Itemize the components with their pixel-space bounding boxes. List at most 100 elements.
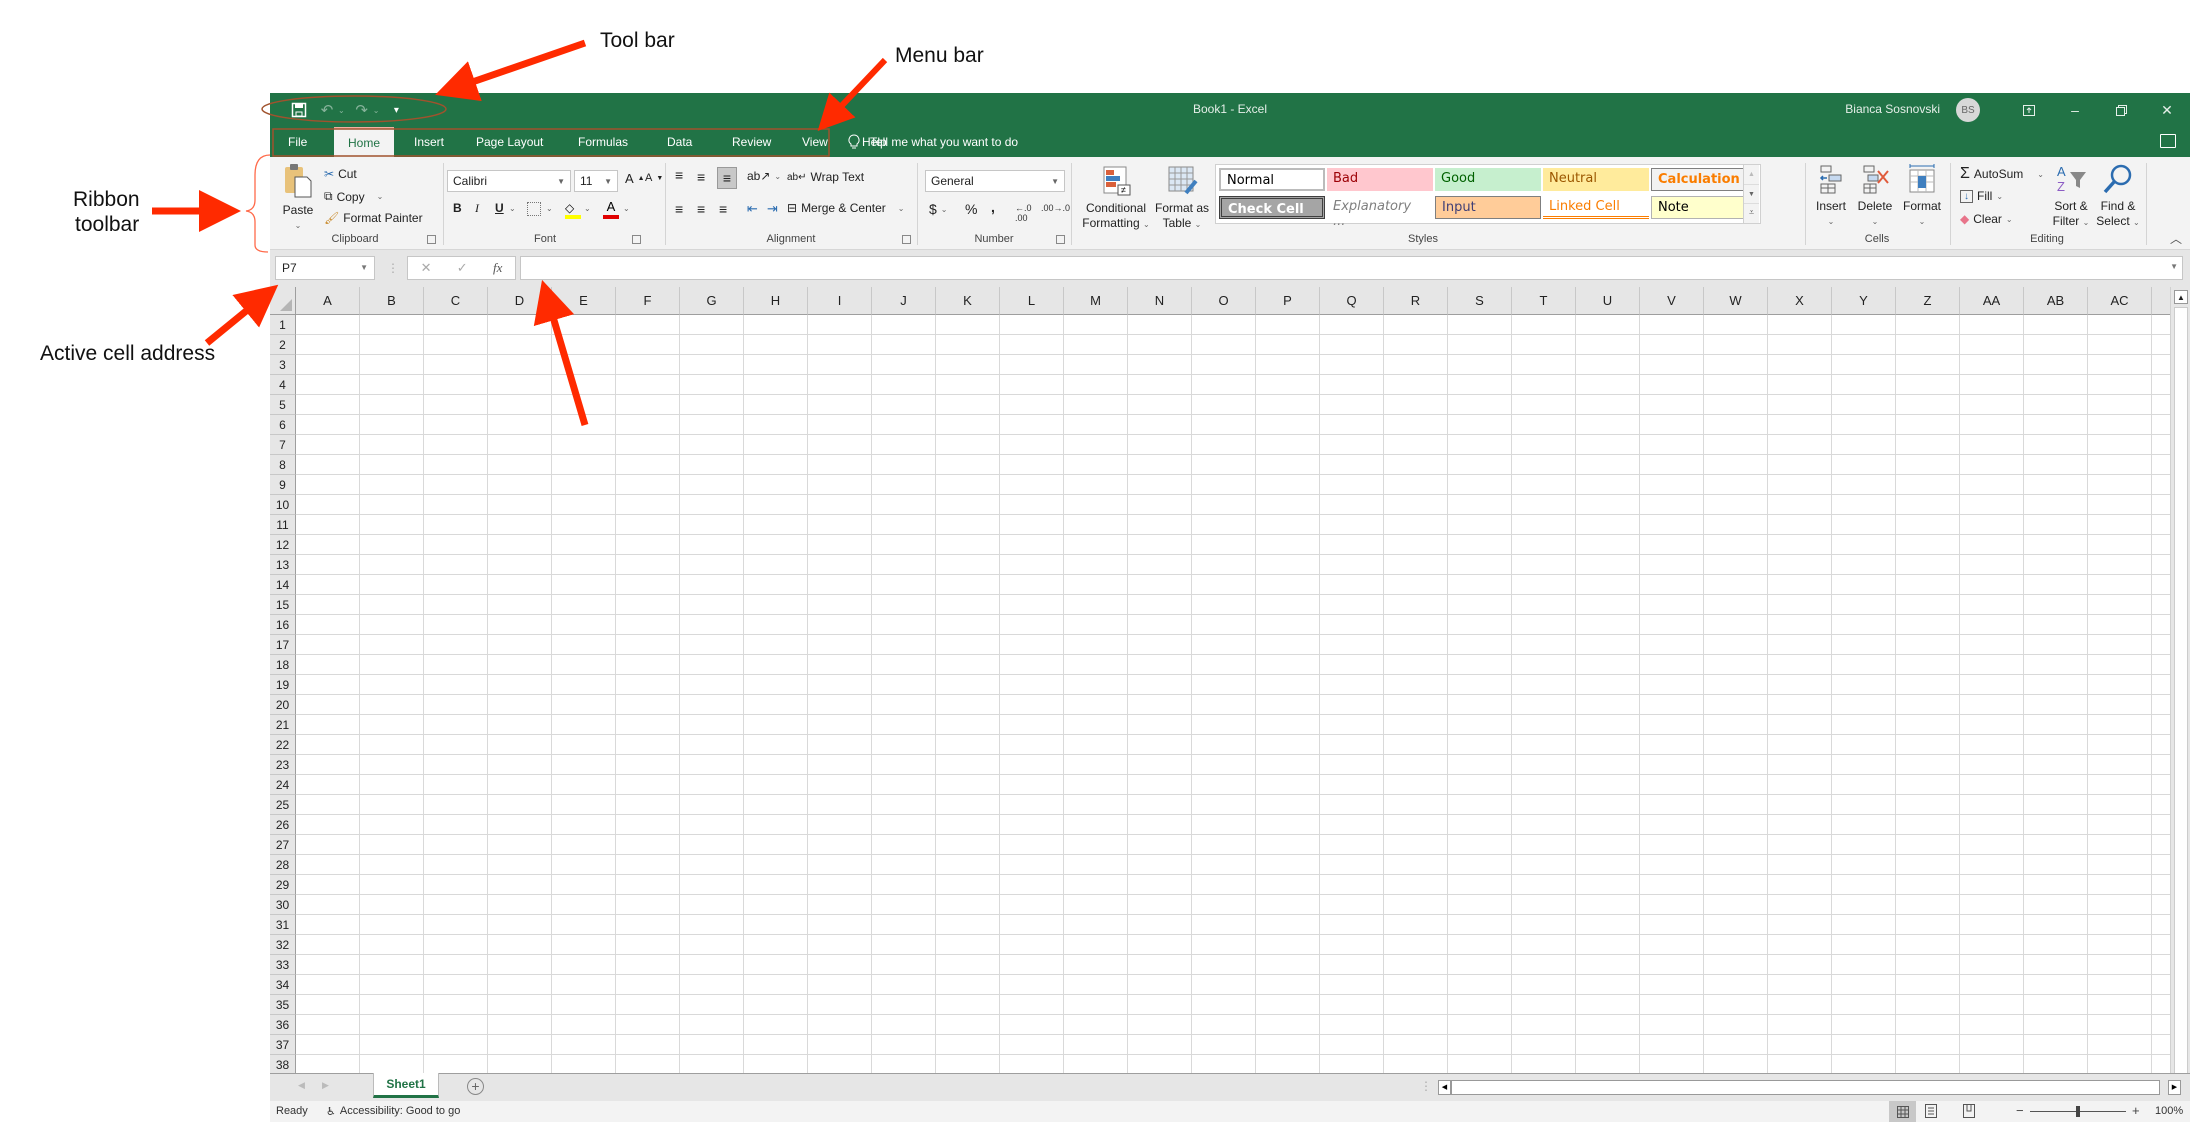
cancel-icon[interactable]: ✕ [421,260,432,276]
tab-view[interactable]: View [788,127,842,157]
increase-font-button[interactable]: A ▲ [625,171,645,186]
tab-splitter[interactable]: ⋮ [1420,1079,1432,1093]
number-format-select[interactable]: General ▼ [925,170,1065,192]
zoom-in-button[interactable]: + [2132,1103,2140,1118]
style-linked-cell[interactable]: Linked Cell [1543,196,1649,219]
format-cells-button[interactable]: Format ⌄ [1899,163,1945,229]
save-icon[interactable] [288,99,310,121]
redo-dropdown-icon[interactable]: ⌄ [373,106,380,115]
style-note[interactable]: Note [1651,196,1757,219]
row-header-12[interactable]: 12 [270,535,296,555]
currency-button[interactable]: $ ⌄ [929,201,948,217]
autosum-button[interactable]: Σ AutoSum ⌄ [1960,165,2044,183]
column-header-S[interactable]: S [1448,287,1512,315]
column-header-N[interactable]: N [1128,287,1192,315]
column-header-O[interactable]: O [1192,287,1256,315]
accessibility-status[interactable]: ♿ Accessibility: Good to go [326,1105,460,1118]
select-all-button[interactable] [270,287,296,315]
row-header-21[interactable]: 21 [270,715,296,735]
underline-dropdown-icon[interactable]: ⌄ [509,204,516,213]
decrease-font-button[interactable]: A ▼ [645,172,663,184]
enter-icon[interactable]: ✓ [457,260,468,276]
row-header-13[interactable]: 13 [270,555,296,575]
font-size-select[interactable]: 11 ▼ [574,170,618,192]
column-header-W[interactable]: W [1704,287,1768,315]
column-header-R[interactable]: R [1384,287,1448,315]
column-header-C[interactable]: C [424,287,488,315]
column-header-J[interactable]: J [872,287,936,315]
insert-cells-button[interactable]: Insert ⌄ [1811,163,1851,229]
row-header-38[interactable]: 38 [270,1055,296,1075]
undo-dropdown-icon[interactable]: ⌄ [338,106,345,115]
fill-dropdown-icon[interactable]: ⌄ [1996,192,2003,201]
row-header-19[interactable]: 19 [270,675,296,695]
borders-dropdown-icon[interactable]: ⌄ [546,204,553,213]
row-header-11[interactable]: 11 [270,515,296,535]
column-header-D[interactable]: D [488,287,552,315]
merge-dropdown-icon[interactable]: ⌄ [898,204,905,213]
paste-dropdown-icon[interactable]: ⌄ [280,218,316,233]
gallery-scrollbar[interactable]: ▲ ▼ ⩡ [1743,165,1759,223]
redo-icon[interactable]: ↷ [351,99,373,121]
tab-formulas[interactable]: Formulas [564,127,642,157]
row-header-6[interactable]: 6 [270,415,296,435]
align-top-button[interactable]: ≡ [675,167,683,183]
column-header-Y[interactable]: Y [1832,287,1896,315]
column-header-U[interactable]: U [1576,287,1640,315]
scroll-left-icon[interactable]: ◀ [1439,1081,1452,1094]
font-color-dropdown-icon[interactable]: ⌄ [623,204,630,213]
row-header-18[interactable]: 18 [270,655,296,675]
column-header-AB[interactable]: AB [2024,287,2088,315]
merge-center-button[interactable]: ⊟ Merge & Center ⌄ [787,201,904,215]
name-box[interactable]: P7 ▼ [275,256,375,280]
decrease-indent-button[interactable]: ⇤ [747,201,758,217]
avatar[interactable]: BS [1956,98,1980,122]
expand-formula-bar-icon[interactable]: ▼ [2170,262,2178,271]
scroll-up-icon[interactable]: ▲ [2174,290,2188,304]
add-sheet-icon[interactable]: + [467,1078,484,1095]
column-header-T[interactable]: T [1512,287,1576,315]
format-as-table-button[interactable]: Format as Table ⌄ [1153,165,1211,232]
undo-icon[interactable]: ↶ [316,99,338,121]
column-header-Z[interactable]: Z [1896,287,1960,315]
formula-bar-splitter[interactable]: ⋮ [387,261,399,275]
row-header-35[interactable]: 35 [270,995,296,1015]
column-header-F[interactable]: F [616,287,680,315]
clipboard-launcher-icon[interactable] [427,235,436,244]
row-header-14[interactable]: 14 [270,575,296,595]
tab-page-layout[interactable]: Page Layout [462,127,557,157]
column-header-P[interactable]: P [1256,287,1320,315]
vertical-scroll-thumb[interactable] [2174,307,2188,1107]
gallery-scroll-up-icon[interactable]: ▲ [1744,165,1759,184]
tab-review[interactable]: Review [718,127,785,157]
align-bottom-button[interactable]: ≡ [717,167,737,189]
increase-indent-button[interactable]: ⇥ [767,201,778,217]
page-layout-view-button[interactable] [1925,1104,1937,1121]
column-header-Q[interactable]: Q [1320,287,1384,315]
next-sheet-icon[interactable]: ▶ [322,1080,329,1091]
column-header-L[interactable]: L [1000,287,1064,315]
style-check-cell[interactable]: Check Cell [1219,196,1325,219]
row-header-34[interactable]: 34 [270,975,296,995]
borders-icon[interactable] [527,202,541,216]
column-header-G[interactable]: G [680,287,744,315]
row-header-24[interactable]: 24 [270,775,296,795]
column-header-M[interactable]: M [1064,287,1128,315]
wrap-text-button[interactable]: ab↵ Wrap Text [787,170,864,184]
row-header-23[interactable]: 23 [270,755,296,775]
gallery-scroll-down-icon[interactable]: ▼ [1744,184,1759,203]
customize-qat-icon[interactable]: ▾ [385,99,407,121]
font-name-select[interactable]: Calibri ▼ [447,170,571,192]
find-select-button[interactable]: Find & Select ⌄ [2094,163,2142,230]
column-header-AA[interactable]: AA [1960,287,2024,315]
fill-color-dropdown-icon[interactable]: ⌄ [584,204,591,213]
column-header-X[interactable]: X [1768,287,1832,315]
clear-button[interactable]: ◆ Clear ⌄ [1960,212,2013,226]
column-header-H[interactable]: H [744,287,808,315]
style-calculation[interactable]: Calculation [1651,168,1757,191]
row-header-26[interactable]: 26 [270,815,296,835]
decrease-decimal-button[interactable]: .00→.0 [1041,203,1070,213]
row-header-5[interactable]: 5 [270,395,296,415]
row-header-9[interactable]: 9 [270,475,296,495]
italic-button[interactable]: I [475,201,479,216]
